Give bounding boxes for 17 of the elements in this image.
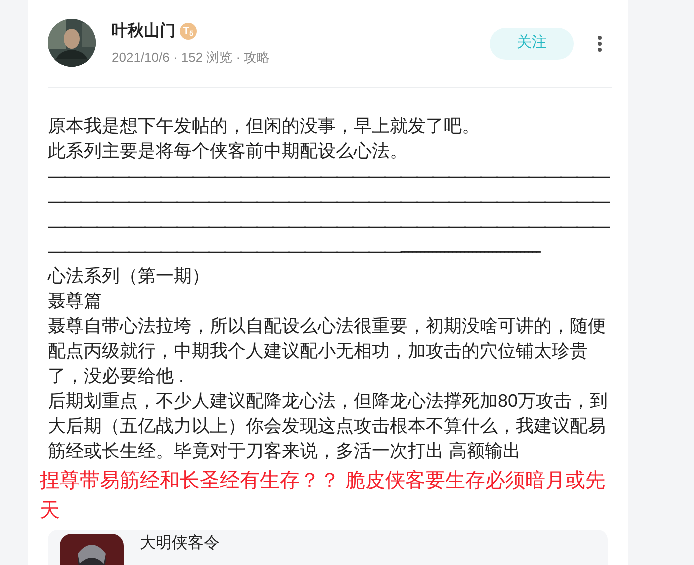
post-paragraph: 心法系列（第一期） (48, 265, 211, 288)
highlighted-paragraph: 捏尊带易筋经和长圣经有生存？？ 脆皮侠客要生存必须暗月或先天 (40, 469, 607, 524)
dash-line: ——————————————————————————————————— (48, 215, 610, 238)
post-paragraph: 后期划重点，不少人建议配降龙心法，但降龙心法撑死加80万攻击，到大后期（五亿战力以上）你会发现这点攻击根本不算什么，我建议配易筋经或长生经。毕竟对于刀客来说，多活一次打出 高额输出 (48, 390, 610, 463)
author-name: 叶秋山门 (112, 21, 176, 42)
level-badge: T$_{5}$ (180, 23, 197, 40)
dash-line: ——————————————————————----------------------------------- (48, 240, 542, 263)
post-meta: 2021/10/6 · 152 浏览 · 攻略 (112, 48, 272, 67)
post-paragraph: 此系列主要是将每个侠客前中期配设么心法。 (48, 140, 409, 163)
linked-card[interactable]: 大明侠客令 (48, 530, 608, 565)
dash-line: ——————————————————————————————————— (48, 190, 610, 213)
post-paragraph: 聂尊篇 (48, 290, 103, 313)
post-paragraph: 原本我是想下午发帖的，但闲的没事，早上就发了吧。 (48, 115, 481, 138)
more-icon[interactable] (598, 36, 602, 52)
post-paragraph: 聂尊自带心法拉垮，所以自配设么心法很重要，初期没啥可讲的，随便配点丙级就行，中期我个人建议配小无相功，加攻击的穴位铺太珍贵了，没必要给他 . (48, 315, 607, 388)
linked-title: 大明侠客令 (140, 534, 220, 554)
dash-line: ——————————————————————————————————— (48, 165, 610, 188)
